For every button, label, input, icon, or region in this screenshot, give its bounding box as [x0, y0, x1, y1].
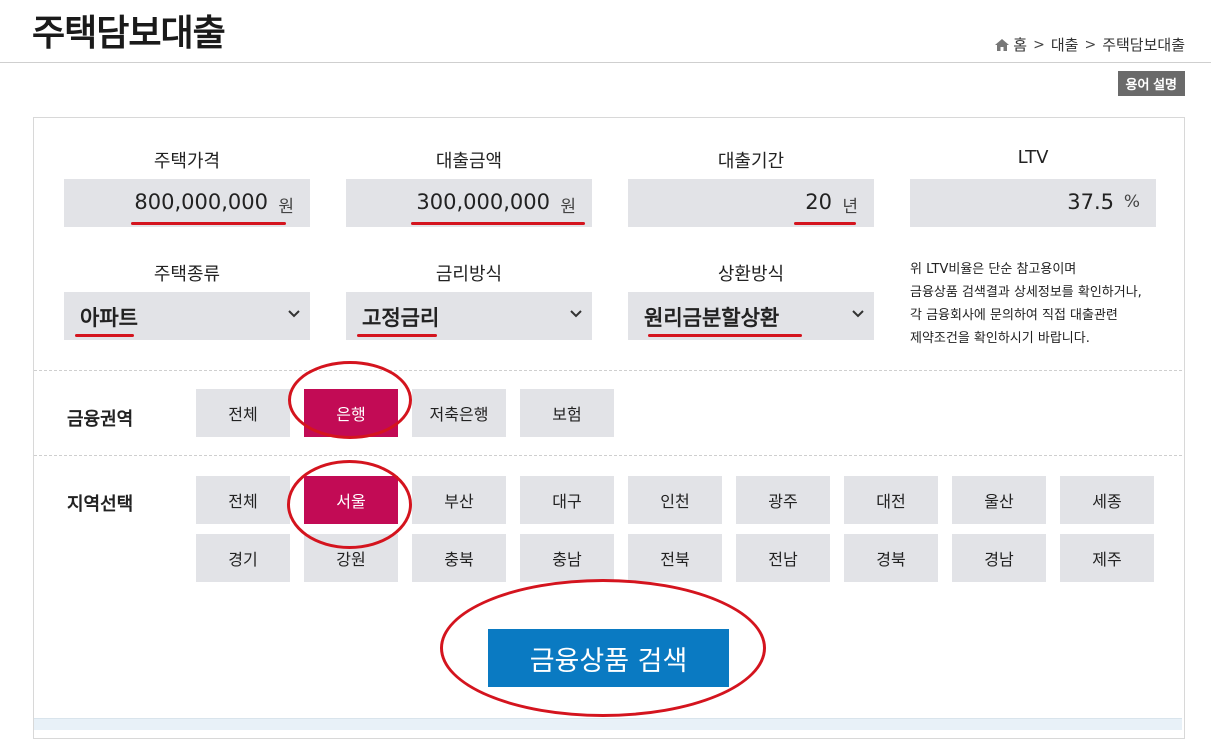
annotation-underline [794, 222, 856, 225]
house-price-input[interactable]: 800,000,000 원 [64, 179, 310, 227]
house-price-unit: 원 [278, 197, 294, 217]
region-option[interactable]: 전남 [736, 534, 830, 582]
house-type-label: 주택종류 [153, 264, 221, 285]
results-area-edge [34, 718, 1182, 730]
region-label: 지역선택 [67, 494, 134, 515]
loan-period-input[interactable]: 20 년 [628, 179, 874, 227]
page-title: 주택담보대출 [32, 13, 226, 54]
house-price-label: 주택가격 [153, 151, 221, 172]
region-option[interactable]: 인천 [628, 476, 722, 524]
ltv-output: 37.5 % [910, 179, 1156, 227]
region-option[interactable]: 경남 [952, 534, 1046, 582]
region-option[interactable]: 광주 [736, 476, 830, 524]
loan-amount-label: 대출금액 [435, 151, 503, 172]
sector-option-bank[interactable]: 은행 [304, 389, 398, 437]
region-option[interactable]: 충북 [412, 534, 506, 582]
glossary-button[interactable]: 용어 설명 [1117, 71, 1185, 96]
annotation-underline [411, 222, 585, 225]
house-price-value: 800,000,000 [134, 190, 268, 214]
header-divider [0, 62, 1211, 63]
chevron-right-icon: > [1033, 36, 1045, 53]
sector-option-insurance[interactable]: 보험 [520, 389, 614, 437]
region-option[interactable]: 대구 [520, 476, 614, 524]
region-option-seoul[interactable]: 서울 [304, 476, 398, 524]
ltv-unit: % [1123, 192, 1140, 212]
rate-type-label: 금리방식 [435, 264, 503, 285]
loan-period-value: 20 [805, 190, 832, 214]
breadcrumb-current: 주택담보대출 [1102, 36, 1185, 54]
notice-line: 금융상품 검색결과 상세정보를 확인하거나, [910, 285, 1142, 300]
sector-option-savings-bank[interactable]: 저축은행 [412, 389, 506, 437]
loan-period-label: 대출기간 [717, 151, 785, 172]
loan-amount-input[interactable]: 300,000,000 원 [346, 179, 592, 227]
repayment-value: 원리금분할상환 [644, 306, 780, 330]
annotation-underline [75, 334, 134, 337]
notice-line: 제약조건을 확인하시기 바랍니다. [910, 331, 1090, 346]
house-type-value: 아파트 [80, 306, 138, 330]
rate-type-value: 고정금리 [362, 306, 440, 330]
annotation-underline [648, 334, 802, 337]
ltv-value: 37.5 [1067, 190, 1114, 214]
breadcrumb-home[interactable]: 홈 [1013, 34, 1027, 55]
loan-amount-value: 300,000,000 [416, 190, 550, 214]
region-option[interactable]: 경기 [196, 534, 290, 582]
region-option[interactable]: 전체 [196, 476, 290, 524]
home-icon[interactable] [995, 38, 1010, 51]
house-type-select[interactable]: 아파트 [64, 292, 310, 340]
region-option[interactable]: 전북 [628, 534, 722, 582]
region-option[interactable]: 경북 [844, 534, 938, 582]
annotation-underline [357, 334, 437, 337]
ltv-notice: 위 LTV비율은 단순 참고용이며 금융상품 검색결과 상세정보를 확인하거나,… [910, 258, 1180, 350]
chevron-right-icon: > [1084, 36, 1097, 53]
chevron-down-icon [852, 310, 864, 318]
section-divider [34, 455, 1182, 456]
region-option[interactable]: 제주 [1060, 534, 1154, 582]
breadcrumb-loan[interactable]: 대출 [1051, 34, 1079, 55]
rate-type-select[interactable]: 고정금리 [346, 292, 592, 340]
chevron-down-icon [288, 310, 300, 318]
region-option[interactable]: 세종 [1060, 476, 1154, 524]
repayment-label: 상환방식 [717, 264, 785, 285]
breadcrumb: 홈 > 대출 > 주택담보대출 [995, 34, 1185, 55]
loan-period-unit: 년 [842, 197, 858, 217]
ltv-label: LTV [1017, 147, 1049, 168]
region-option[interactable]: 강원 [304, 534, 398, 582]
notice-line: 위 LTV비율은 단순 참고용이며 [910, 262, 1077, 277]
notice-line: 각 금융회사에 문의하여 직접 대출관련 [910, 308, 1118, 323]
region-option[interactable]: 대전 [844, 476, 938, 524]
annotation-underline [131, 222, 286, 225]
region-option[interactable]: 울산 [952, 476, 1046, 524]
loan-amount-unit: 원 [560, 197, 576, 217]
finance-sector-label: 금융권역 [67, 409, 134, 430]
chevron-down-icon [570, 310, 582, 318]
search-button[interactable]: 금융상품 검색 [488, 629, 729, 687]
region-option[interactable]: 부산 [412, 476, 506, 524]
sector-option-all[interactable]: 전체 [196, 389, 290, 437]
repayment-select[interactable]: 원리금분할상환 [628, 292, 874, 340]
section-divider [34, 370, 1182, 371]
region-option[interactable]: 충남 [520, 534, 614, 582]
